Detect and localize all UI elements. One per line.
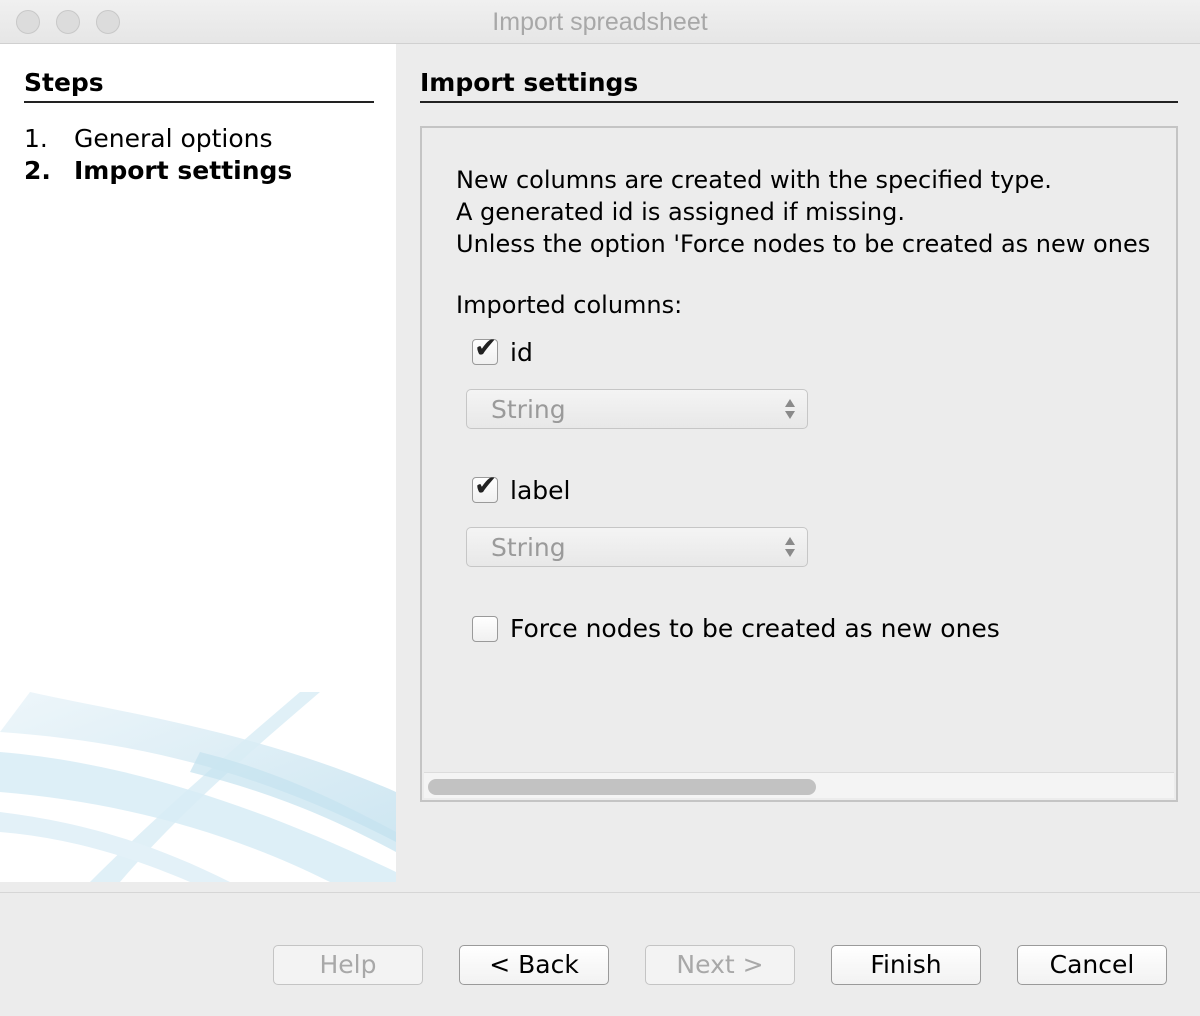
step-number: 1.	[24, 124, 48, 153]
checkmark-icon: ✔	[474, 331, 498, 364]
steps-panel: Steps 1. General options 2. Import setting…	[0, 44, 396, 882]
description-line: Unless the option 'Force nodes to be cre…	[456, 230, 1151, 258]
column-label-checkbox[interactable]: ✔	[472, 472, 498, 503]
step-label: General options	[74, 124, 273, 153]
select-value: String	[491, 395, 566, 424]
step-label: Import settings	[74, 156, 293, 185]
force-new-nodes-label: Force nodes to be created as new ones	[510, 614, 1000, 643]
checkmark-icon: ✔	[474, 469, 498, 502]
column-label-type-select[interactable]: String	[466, 527, 808, 567]
horizontal-scrollbar[interactable]	[424, 772, 1174, 798]
imported-columns-label: Imported columns:	[456, 291, 683, 319]
next-button[interactable]: Next >	[645, 945, 795, 985]
up-down-arrows-icon	[785, 396, 795, 422]
column-id-type-select[interactable]: String	[466, 389, 808, 429]
column-label-label: label	[510, 476, 571, 505]
step-number: 2.	[24, 156, 51, 185]
decorative-swoosh-graphic	[0, 692, 396, 882]
title-bar: Import spreadsheet	[0, 0, 1200, 44]
divider	[0, 892, 1200, 893]
steps-heading: Steps	[24, 68, 374, 103]
step-item-import-settings: 2. Import settings	[24, 156, 292, 185]
select-value: String	[491, 533, 566, 562]
help-button[interactable]: Help	[273, 945, 423, 985]
up-down-arrows-icon	[785, 534, 795, 560]
import-settings-heading: Import settings	[420, 68, 1178, 103]
cancel-button[interactable]: Cancel	[1017, 945, 1167, 985]
force-new-nodes-checkbox[interactable]	[472, 616, 498, 642]
column-id-checkbox[interactable]: ✔	[472, 334, 498, 365]
back-button[interactable]: < Back	[459, 945, 609, 985]
window-title: Import spreadsheet	[492, 8, 708, 36]
settings-scroll-pane[interactable]: New columns are created with the specifi…	[420, 126, 1178, 802]
description-line: A generated id is assigned if missing.	[456, 198, 905, 226]
description-line: New columns are created with the specifi…	[456, 166, 1052, 194]
scrollbar-thumb[interactable]	[428, 779, 816, 795]
step-item-general-options: 1. General options	[24, 124, 273, 153]
column-id-label: id	[510, 338, 533, 367]
finish-button[interactable]: Finish	[831, 945, 981, 985]
